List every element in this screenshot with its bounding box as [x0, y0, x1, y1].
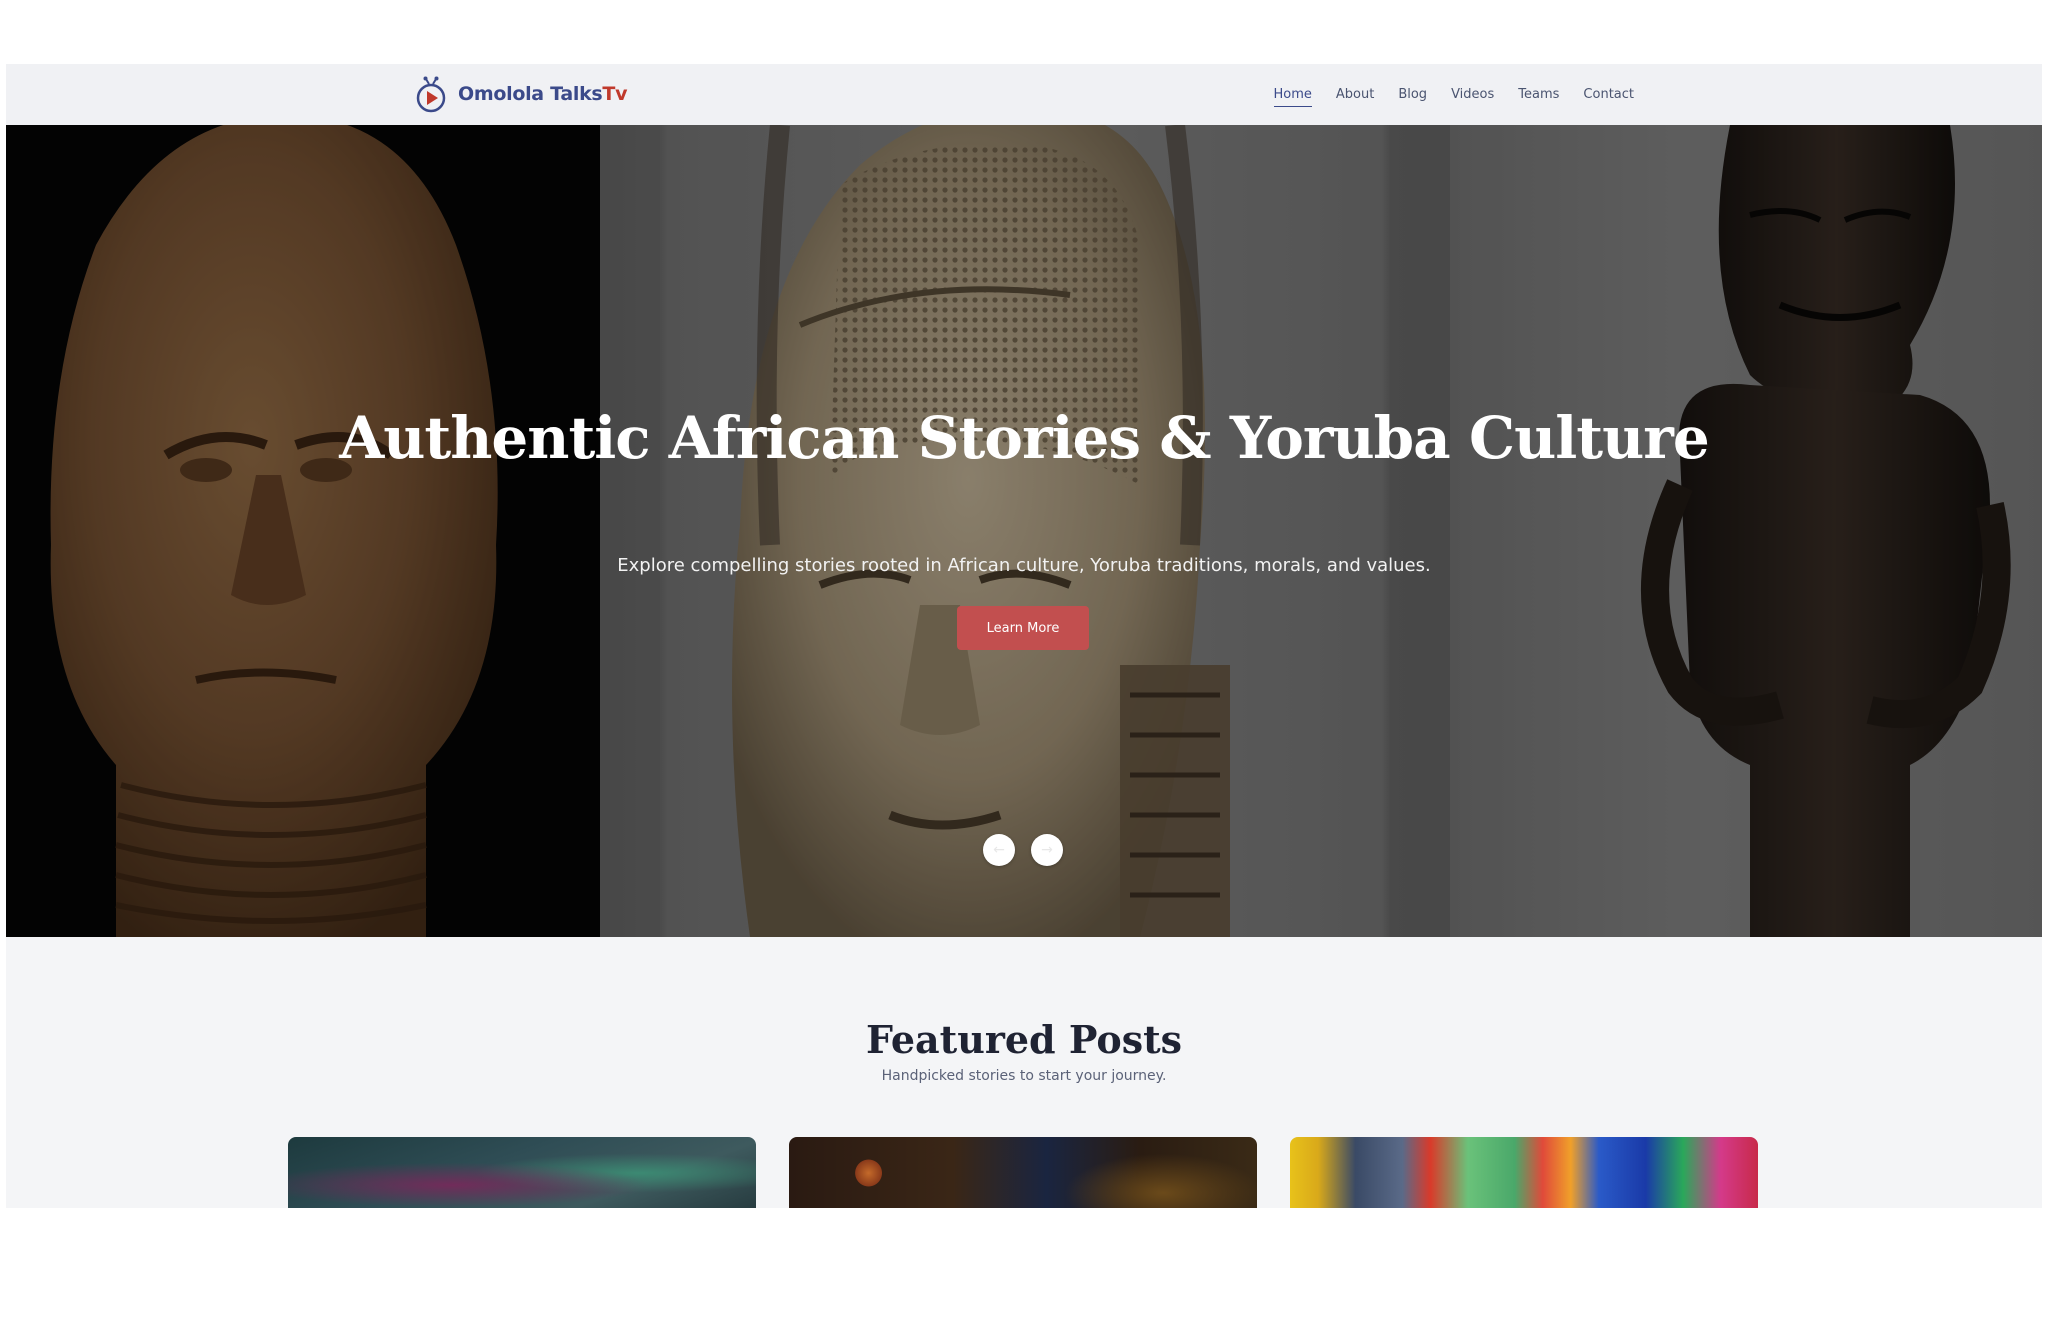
brand[interactable]: Omolola TalksTv — [414, 74, 627, 114]
nav-contact-link[interactable]: Contact — [1583, 83, 1634, 106]
learn-more-button[interactable]: Learn More — [957, 606, 1089, 650]
arrow-left-icon: ← — [993, 842, 1005, 858]
nav-home-link[interactable]: Home — [1273, 83, 1312, 107]
nav-teams-link[interactable]: Teams — [1518, 83, 1559, 106]
arrow-right-icon: → — [1041, 842, 1053, 858]
featured-subtitle: Handpicked stories to start your journey… — [881, 1068, 1167, 1084]
hero-title: Authentic African Stories & Yoruba Cultu… — [339, 404, 1709, 472]
nav-links: Home About Blog Videos Teams Contact — [1273, 64, 1634, 125]
nav-about-link[interactable]: About — [1336, 83, 1374, 106]
carousel-next-button[interactable]: → — [1031, 834, 1063, 866]
featured-posts-section: Featured Posts Handpicked stories to sta… — [6, 937, 2042, 1208]
post-card-colorful-fabrics[interactable] — [1290, 1137, 1758, 1208]
website-frame: Omolola TalksTv Home About Blog Videos T… — [6, 64, 2042, 1208]
carousel-prev-button[interactable]: ← — [983, 834, 1015, 866]
hero-subtitle: Explore compelling stories rooted in Afr… — [617, 555, 1431, 576]
play-logo-icon — [416, 76, 446, 113]
hero-content: Authentic African Stories & Yoruba Cultu… — [6, 125, 2042, 937]
brand-name: Omolola TalksTv — [458, 83, 628, 105]
featured-title: Featured Posts — [865, 1017, 1183, 1062]
navbar: Omolola TalksTv Home About Blog Videos T… — [6, 64, 2042, 125]
post-card-aurora[interactable] — [288, 1137, 756, 1208]
post-card-royal-portrait[interactable] — [789, 1137, 1257, 1208]
nav-blog-link[interactable]: Blog — [1398, 83, 1427, 106]
hero-carousel: Authentic African Stories & Yoruba Cultu… — [6, 125, 2042, 937]
nav-videos-link[interactable]: Videos — [1451, 83, 1494, 106]
